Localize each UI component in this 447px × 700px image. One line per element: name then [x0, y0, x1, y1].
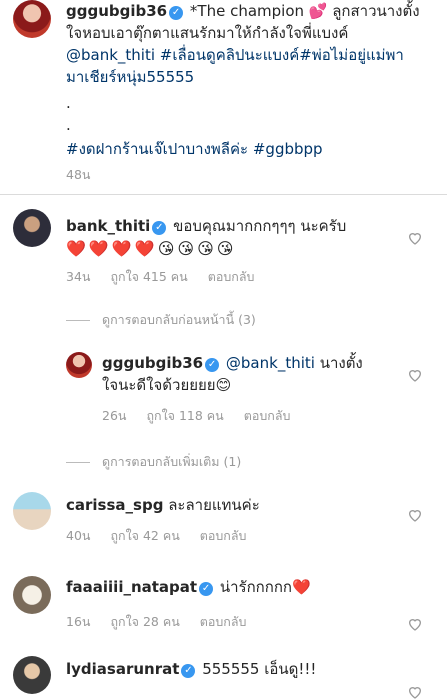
like-heart-icon[interactable] — [407, 230, 423, 246]
caption-line1: *The champion 💕 ลูกสาวนางตั้ง — [189, 2, 420, 20]
comment-username[interactable]: faaaiiii_natapat — [66, 578, 197, 596]
heart-emoji: ❤️ — [88, 239, 109, 258]
mention-link[interactable]: @bank_thiti — [226, 354, 315, 372]
like-count[interactable]: ถูกใจ 42 คน — [110, 528, 179, 543]
avatar[interactable] — [13, 656, 51, 694]
comment-time: 40น — [66, 528, 91, 543]
comment-text: น่ารักกกกก❤️ — [215, 578, 311, 596]
like-heart-icon[interactable] — [407, 507, 423, 523]
reply-time: 26น — [102, 408, 127, 423]
comment-item: carissa_spg ละลายแทนค่ะ 40น ถูกใจ 42 คน … — [0, 490, 447, 550]
dot-line: . — [66, 94, 71, 112]
verified-icon: ✓ — [152, 221, 167, 235]
verified-icon: ✓ — [181, 664, 196, 678]
avatar[interactable] — [13, 576, 51, 614]
view-replies-label: ดูการตอบกลับเพิ่มเติม (1) — [102, 454, 242, 469]
caption-username[interactable]: gggubgib36 — [66, 2, 167, 20]
kiss-emoji: 😘 — [216, 239, 234, 258]
replies-divider — [66, 320, 90, 321]
comment-text: ละลายแทนค่ะ — [163, 496, 260, 514]
mention-link[interactable]: @bank_thiti — [66, 46, 155, 64]
hashtag-link[interactable]: #เลื่อนดูคลิปนะแบงค์#พ่อไม่อยู่แม่พา — [160, 46, 404, 64]
kiss-emoji: 😘 — [197, 239, 214, 258]
kiss-emoji: 😘 — [157, 239, 175, 258]
reply-button[interactable]: ตอบกลับ — [200, 614, 247, 629]
section-divider — [0, 194, 447, 195]
heart-emoji: ❤️ — [134, 239, 155, 258]
comment-time: 34น — [66, 269, 91, 284]
dot-line: . — [66, 116, 71, 134]
comment-item: lydiasarunrat ✓ 555555 เอ็นดู!!! — [0, 656, 447, 699]
view-replies-label: ดูการตอบกลับก่อนหน้านี้ (3) — [102, 312, 256, 327]
view-more-replies[interactable]: ดูการตอบกลับเพิ่มเติม (1) — [66, 452, 241, 472]
hashtag-link-cont[interactable]: มาเชียร์หนุ่ม55555 — [66, 66, 441, 88]
avatar[interactable] — [66, 352, 92, 378]
comment-text: ขอบคุณมากกกๆๆๆ นะครับ — [173, 217, 347, 235]
like-heart-icon[interactable] — [407, 616, 423, 632]
verified-icon: ✓ — [169, 6, 184, 20]
like-count[interactable]: ถูกใจ 415 คน — [110, 269, 187, 284]
reply-username[interactable]: gggubgib36 — [102, 354, 203, 372]
reply-button[interactable]: ตอบกลับ — [208, 269, 255, 284]
reply-button[interactable]: ตอบกลับ — [244, 408, 291, 423]
comment-username[interactable]: bank_thiti — [66, 217, 150, 235]
comment-text: 555555 เอ็นดู!!! — [197, 660, 317, 678]
caption-block: gggubgib36 ✓ *The champion 💕 ลูกสาวนางตั้… — [0, 0, 447, 190]
like-heart-icon[interactable] — [407, 684, 423, 700]
caption-line2: ใจหอบเอาตุ๊กตาแสนรักมาให้กำลังใจพี่แบงค์ — [66, 24, 349, 42]
hashtag-links[interactable]: #งดฝากร้านเจ๊เปาบางพลีค่ะ #ggbbpp — [66, 138, 441, 160]
emoji-row: ❤️ ❤️ ❤️ ❤️ 😘 😘 😘 😘 — [66, 239, 236, 258]
verified-icon: ✓ — [205, 358, 220, 372]
like-count[interactable]: ถูกใจ 28 คน — [110, 614, 179, 629]
comment-item: bank_thiti ✓ ขอบคุณมากกกๆๆๆ นะครับ ❤️ ❤️ ❤️… — [0, 205, 447, 285]
replies-divider — [66, 462, 90, 463]
view-previous-replies[interactable]: ดูการตอบกลับก่อนหน้านี้ (3) — [66, 310, 256, 330]
comment-item: faaaiiii_natapat ✓ น่ารักกกกก❤️ 16น ถูกใจ… — [0, 574, 447, 634]
avatar[interactable] — [13, 0, 51, 38]
kiss-emoji: 😘 — [177, 239, 195, 258]
verified-icon: ✓ — [199, 582, 214, 596]
comment-username[interactable]: lydiasarunrat — [66, 660, 179, 678]
heart-emoji: ❤️ — [111, 239, 132, 258]
reply-text: นางตั้ง — [314, 354, 363, 372]
heart-emoji: ❤️ — [66, 239, 86, 258]
caption-time: 48น — [66, 167, 91, 182]
like-count[interactable]: ถูกใจ 118 คน — [146, 408, 223, 423]
like-heart-icon[interactable] — [407, 367, 423, 383]
reply-item: gggubgib36 ✓ @bank_thiti นางตั้ง ใจนะดีใจ… — [0, 350, 447, 430]
caption-text: gggubgib36 ✓ *The champion 💕 ลูกสาวนางตั้… — [66, 0, 441, 160]
avatar[interactable] — [13, 209, 51, 247]
comment-username[interactable]: carissa_spg — [66, 496, 163, 514]
reply-button[interactable]: ตอบกลับ — [200, 528, 247, 543]
reply-text-cont: ใจนะดีใจด้วยยยย😊 — [102, 376, 232, 394]
comment-time: 16น — [66, 614, 91, 629]
avatar[interactable] — [13, 492, 51, 530]
